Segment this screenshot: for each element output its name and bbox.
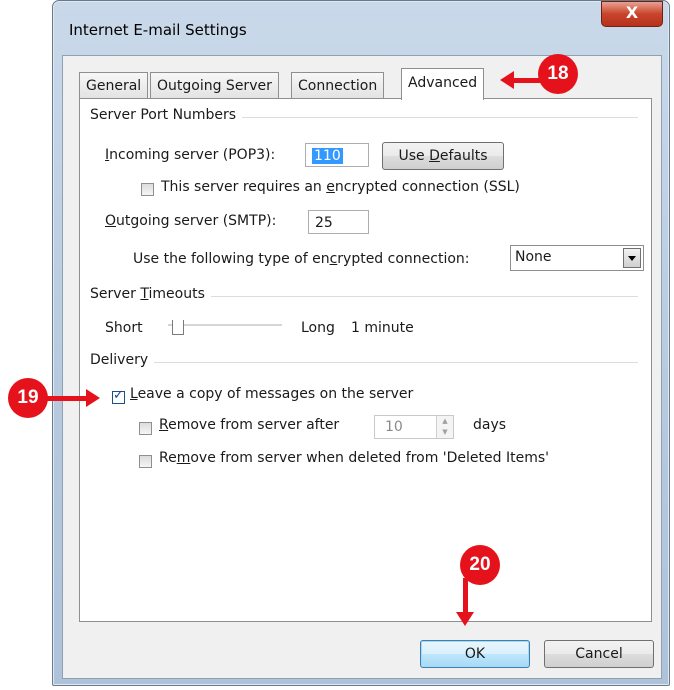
annotation-badge-18: 18: [538, 54, 578, 94]
leave-copy-label: Leave a copy of messages on the server: [130, 386, 414, 402]
remove-after-checkbox[interactable]: [139, 422, 152, 435]
leave-copy-checkbox[interactable]: [112, 388, 125, 404]
cancel-button[interactable]: Cancel: [544, 640, 654, 668]
spin-up-icon[interactable]: ▲: [437, 416, 453, 427]
advanced-panel: Server Port Numbers Incoming server (POP…: [79, 98, 652, 622]
annotation-arrow-18-shaft: [512, 78, 542, 83]
chevron-down-icon[interactable]: [623, 248, 641, 268]
annotation-arrow-19: [86, 389, 100, 407]
remove-deleted-checkbox[interactable]: [139, 455, 152, 468]
annotation-arrow-20: [456, 612, 474, 626]
timeout-long-label: Long: [301, 320, 335, 336]
timeout-slider-thumb[interactable]: [172, 320, 184, 335]
group-divider: [90, 362, 638, 363]
annotation-badge-19: 19: [8, 378, 48, 418]
annotation-arrow-20-shaft: [463, 578, 468, 614]
incoming-server-label: Incoming server (POP3):: [105, 147, 276, 163]
encryption-type-label: Use the following type of encrypted conn…: [133, 251, 470, 267]
tab-advanced[interactable]: Advanced: [401, 68, 485, 100]
remove-after-label: Remove from server after: [159, 417, 340, 433]
tab-general[interactable]: General: [79, 72, 149, 99]
remove-deleted-label: Remove from server when deleted from 'De…: [159, 450, 549, 466]
ok-button[interactable]: OK: [420, 640, 530, 668]
remove-after-days-stepper[interactable]: 10 ▲ ▼: [374, 415, 454, 439]
delivery-heading: Delivery: [90, 352, 155, 368]
dialog-title: Internet E-mail Settings: [69, 21, 247, 39]
annotation-arrow-19-shaft: [46, 396, 86, 401]
encryption-type-select[interactable]: None: [510, 245, 644, 271]
server-ports-heading: Server Port Numbers: [90, 107, 243, 123]
timeouts-heading: Server Timeouts: [90, 286, 211, 302]
settings-dialog: Internet E-mail Settings X General Outgo…: [52, 0, 670, 686]
timeout-short-label: Short: [105, 320, 143, 336]
dialog-client-area: General Outgoing Server Connection Advan…: [62, 55, 662, 679]
encryption-type-value: None: [515, 249, 552, 265]
incoming-port-input[interactable]: 110: [305, 143, 369, 167]
outgoing-server-label: Outgoing server (SMTP):: [105, 213, 277, 229]
tab-connection[interactable]: Connection: [291, 72, 385, 99]
ssl-label: This server requires an encrypted connec…: [161, 179, 520, 195]
timeout-value: 1 minute: [351, 320, 414, 336]
use-defaults-button[interactable]: Use Defaults: [382, 142, 504, 170]
spin-down-icon[interactable]: ▼: [437, 427, 453, 438]
outgoing-port-input[interactable]: 25: [308, 210, 369, 234]
days-label: days: [473, 417, 507, 433]
tab-outgoing-server[interactable]: Outgoing Server: [150, 72, 279, 99]
timeout-slider-track[interactable]: [168, 324, 282, 327]
close-button[interactable]: X: [601, 1, 663, 27]
ssl-checkbox[interactable]: [141, 183, 154, 196]
